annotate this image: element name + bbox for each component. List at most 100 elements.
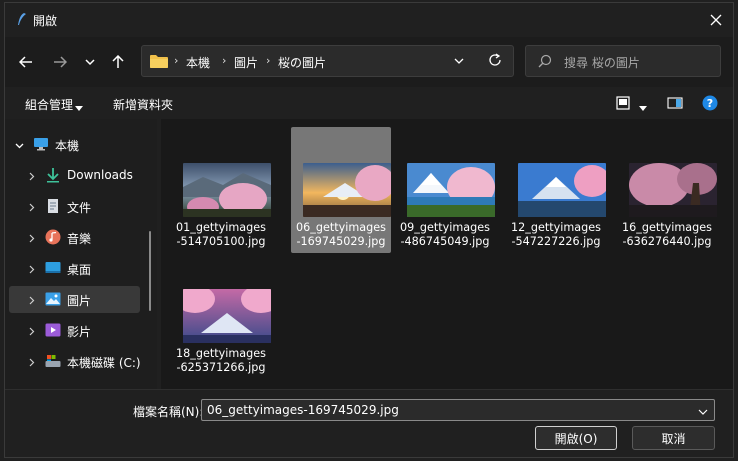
breadcrumb-pictures[interactable]: 圖片 (234, 54, 258, 71)
file-name-line1: 18_gettyimages (176, 347, 266, 360)
dialog-title: 開啟 (33, 14, 58, 28)
file-name-line2: -547227226.jpg (511, 235, 601, 248)
pictures-icon (45, 291, 61, 307)
navigation-pane: 本機 Downloads 文件 音樂 桌面 圖片 影片 本機磁碟 (C:) (5, 119, 157, 389)
computer-icon (33, 136, 49, 152)
search-icon (538, 54, 552, 71)
up-button[interactable] (105, 49, 131, 75)
chevron-right-icon[interactable] (27, 294, 36, 308)
recent-locations-button[interactable] (77, 49, 103, 75)
sidebar-item-documents[interactable]: 文件 (5, 193, 140, 220)
sidebar-item-label: 音樂 (67, 232, 92, 246)
preview-pane-button[interactable] (667, 96, 683, 113)
caret-down-icon (639, 106, 647, 111)
open-button[interactable]: 開啟(O) (535, 426, 617, 450)
desktop-icon (45, 260, 61, 276)
change-view-button[interactable] (616, 96, 630, 113)
sidebar-item-videos[interactable]: 影片 (5, 317, 140, 344)
chevron-down-icon (454, 58, 464, 64)
back-button[interactable] (13, 49, 39, 75)
sidebar-scrollbar[interactable] (149, 231, 151, 311)
folder-icon (150, 54, 168, 71)
chevron-right-icon[interactable] (27, 263, 36, 277)
chevron-right-icon[interactable] (27, 325, 36, 339)
file-name-line2: -169745029.jpg (296, 235, 386, 248)
chevron-right-icon[interactable] (27, 201, 36, 215)
file-item[interactable]: 12_gettyimages -547227226.jpg (506, 127, 606, 253)
sidebar-item-downloads[interactable]: Downloads (5, 162, 140, 189)
chevron-right-icon[interactable] (27, 170, 36, 184)
arrow-right-icon (54, 56, 67, 68)
file-name-line2: -486745049.jpg (400, 235, 490, 248)
breadcrumb-current-folder[interactable]: 桜の圖片 (278, 54, 326, 71)
address-bar[interactable]: › 本機 › 圖片 › 桜の圖片 (141, 45, 514, 77)
chevron-right-icon[interactable] (27, 232, 36, 246)
view-icon (616, 96, 630, 110)
cancel-button[interactable]: 取消 (632, 426, 715, 450)
file-item-selected[interactable]: 06_gettyimages -169745029.jpg (291, 127, 391, 253)
file-name-line1: 09_gettyimages (400, 221, 490, 234)
new-folder-button[interactable]: 新增資料夾 (113, 96, 173, 113)
caret-down-icon (75, 100, 83, 114)
refresh-button[interactable] (488, 53, 502, 70)
chevron-right-icon: › (174, 54, 179, 67)
refresh-icon (489, 53, 501, 66)
chevron-down-icon (85, 58, 95, 65)
filename-label: 檔案名稱(N): (133, 405, 204, 419)
file-name-line2: -625371266.jpg (176, 361, 266, 374)
file-item[interactable]: 16_gettyimages -636276440.jpg (617, 127, 717, 253)
file-item[interactable]: 18_gettyimages -625371266.jpg (171, 253, 271, 379)
help-button[interactable]: ? (702, 95, 718, 114)
sidebar-item-label: 桌面 (67, 263, 92, 277)
image-thumbnail (183, 163, 271, 217)
filename-value: 06_gettyimages-169745029.jpg (207, 403, 399, 417)
video-icon (45, 322, 61, 338)
download-icon (45, 167, 61, 183)
close-button[interactable] (703, 7, 729, 33)
chevron-down-icon[interactable] (698, 405, 708, 419)
search-placeholder: 搜尋 桜の圖片 (564, 56, 640, 70)
view-options-caret[interactable] (639, 100, 647, 114)
sidebar-item-pictures[interactable]: 圖片 (9, 286, 140, 313)
navigation-bar: › 本機 › 圖片 › 桜の圖片 搜尋 桜の圖片 (5, 37, 733, 87)
organize-button[interactable]: 組合管理 (25, 96, 73, 113)
file-name-line1: 12_gettyimages (511, 221, 601, 234)
preview-pane-icon (667, 97, 683, 109)
title-bar: 開啟 (5, 3, 733, 37)
file-name-line1: 06_gettyimages (296, 221, 386, 234)
close-icon (710, 14, 722, 26)
search-box[interactable]: 搜尋 桜の圖片 (525, 45, 721, 77)
sidebar-item-label: 本機 (55, 139, 80, 153)
file-name-line1: 16_gettyimages (622, 221, 712, 234)
sidebar-item-label: Downloads (67, 168, 133, 182)
feather-icon (15, 12, 29, 26)
filename-input[interactable]: 06_gettyimages-169745029.jpg (201, 399, 715, 421)
chevron-down-icon[interactable] (15, 139, 24, 153)
chevron-right-icon: › (266, 54, 271, 67)
file-name-line1: 01_gettyimages (176, 221, 266, 234)
document-icon (45, 198, 61, 214)
sidebar-item-label: 文件 (67, 201, 92, 215)
sidebar-item-music[interactable]: 音樂 (5, 224, 140, 251)
breadcrumb-this-pc[interactable]: 本機 (186, 54, 210, 71)
sidebar-item-this-pc[interactable]: 本機 (5, 131, 140, 158)
image-thumbnail (183, 289, 271, 343)
arrow-left-icon (19, 56, 32, 68)
file-item[interactable]: 09_gettyimages -486745049.jpg (395, 127, 495, 253)
sidebar-item-desktop[interactable]: 桌面 (5, 255, 140, 282)
command-bar: 組合管理 新增資料夾 ? (5, 87, 733, 119)
image-thumbnail (518, 163, 606, 217)
address-dropdown-button[interactable] (454, 54, 464, 71)
image-thumbnail (407, 163, 495, 217)
file-list: 01_gettyimages -514705100.jpg 06_gettyim… (161, 119, 733, 389)
open-file-dialog: 開啟 › 本機 › 圖片 › 桜の圖片 搜尋 桜の圖片 組合管理 新增資料夾 ?… (4, 2, 734, 458)
arrow-up-icon (112, 55, 124, 68)
chevron-right-icon[interactable] (27, 356, 36, 370)
help-icon: ? (702, 95, 718, 111)
sidebar-item-label: 本機磁碟 (C:) (67, 356, 141, 370)
sidebar-item-local-disk-c[interactable]: 本機磁碟 (C:) (5, 348, 141, 375)
forward-button[interactable] (47, 49, 73, 75)
sidebar-item-label: 影片 (67, 325, 92, 339)
file-item[interactable]: 01_gettyimages -514705100.jpg (171, 127, 271, 253)
dialog-footer: 檔案名稱(N): 06_gettyimages-169745029.jpg 開啟… (5, 389, 733, 457)
